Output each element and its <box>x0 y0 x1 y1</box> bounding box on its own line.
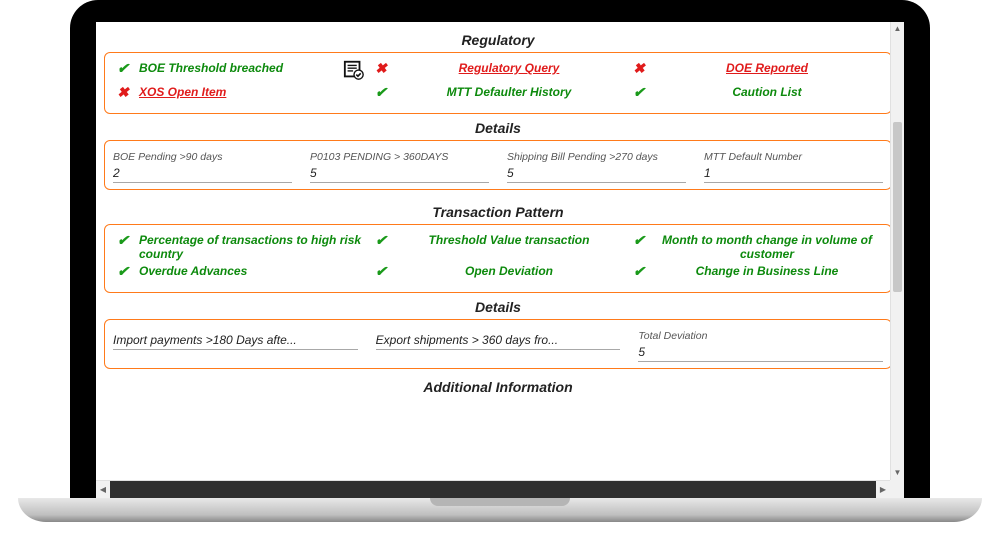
field-total-deviation: Total Deviation 5 <box>638 330 883 362</box>
horizontal-scroll-track[interactable] <box>110 481 876 498</box>
reg-item-label[interactable]: DOE Reported <box>653 61 881 75</box>
section-title-transaction: Transaction Pattern <box>104 204 892 220</box>
field-label: Shipping Bill Pending >270 days <box>507 151 686 163</box>
reg-details-panel: BOE Pending >90 days 2 P0103 PENDING > 3… <box>104 140 892 190</box>
txn-item-label: Threshold Value transaction <box>395 233 623 247</box>
cross-icon: ✖ <box>631 61 647 75</box>
txn-item-business-line: ✔ Change in Business Line <box>631 264 881 284</box>
section-title-regulatory: Regulatory <box>104 32 892 48</box>
vertical-scroll-thumb[interactable] <box>893 122 902 292</box>
reg-item-label: BOE Threshold breached <box>137 61 333 75</box>
txn-item-threshold: ✔ Threshold Value transaction <box>373 233 623 262</box>
reg-item-label[interactable]: XOS Open Item <box>137 85 365 99</box>
txn-item-open-deviation: ✔ Open Deviation <box>373 264 623 284</box>
check-icon: ✔ <box>373 264 389 278</box>
check-icon: ✔ <box>631 85 647 99</box>
reg-details-row: BOE Pending >90 days 2 P0103 PENDING > 3… <box>113 151 883 183</box>
horizontal-scrollbar[interactable]: ◀ ▶ <box>96 480 890 498</box>
transaction-panel: ✔ Percentage of transactions to high ris… <box>104 224 892 293</box>
field-shipping-bill: Shipping Bill Pending >270 days 5 <box>507 151 686 183</box>
txn-item-overdue: ✔ Overdue Advances <box>115 264 365 284</box>
reg-item-doe-reported[interactable]: ✖ DOE Reported <box>631 61 881 81</box>
field-export-shipments: Export shipments > 360 days fro... <box>376 330 621 362</box>
reg-item-label: MTT Defaulter History <box>395 85 623 99</box>
txn-item-label: Overdue Advances <box>137 264 365 278</box>
field-label: BOE Pending >90 days <box>113 151 292 163</box>
transaction-row-2: ✔ Overdue Advances ✔ Open Deviation ✔ Ch… <box>115 264 881 284</box>
reg-item-label[interactable]: Regulatory Query <box>395 61 623 75</box>
laptop-screen: Regulatory ✔ BOE Threshold breached <box>96 22 904 498</box>
field-value[interactable]: 1 <box>704 165 883 183</box>
reg-item-xos-open[interactable]: ✖ XOS Open Item <box>115 85 365 105</box>
field-label: MTT Default Number <box>704 151 883 163</box>
reg-item-label: Caution List <box>653 85 881 99</box>
reg-item-mtt-defaulter: ✔ MTT Defaulter History <box>373 85 623 105</box>
reg-item-caution-list: ✔ Caution List <box>631 85 881 105</box>
regulatory-panel: ✔ BOE Threshold breached <box>104 52 892 114</box>
transaction-row-1: ✔ Percentage of transactions to high ris… <box>115 233 881 262</box>
txn-details-row: Import payments >180 Days afte... Export… <box>113 330 883 362</box>
field-boe-pending: BOE Pending >90 days 2 <box>113 151 292 183</box>
txn-details-panel: Import payments >180 Days afte... Export… <box>104 319 892 369</box>
field-label: Total Deviation <box>638 330 883 342</box>
scroll-down-arrow-icon[interactable]: ▼ <box>891 466 904 480</box>
scroll-right-arrow-icon[interactable]: ▶ <box>876 481 890 498</box>
check-icon: ✔ <box>373 85 389 99</box>
field-value[interactable]: 5 <box>638 344 883 362</box>
txn-item-label: Change in Business Line <box>653 264 881 278</box>
reg-item-boe-threshold: ✔ BOE Threshold breached <box>115 61 365 81</box>
txn-item-label: Month to month change in volume of custo… <box>653 233 881 262</box>
scroll-left-arrow-icon[interactable]: ◀ <box>96 481 110 498</box>
reg-item-regulatory-query[interactable]: ✖ Regulatory Query <box>373 61 623 81</box>
check-icon: ✔ <box>631 233 647 247</box>
txn-item-label: Open Deviation <box>395 264 623 278</box>
field-value[interactable]: Export shipments > 360 days fro... <box>376 332 621 350</box>
field-value[interactable]: 2 <box>113 165 292 183</box>
field-p0103-pending: P0103 PENDING > 360DAYS 5 <box>310 151 489 183</box>
report-icon[interactable] <box>343 59 365 81</box>
cross-icon: ✖ <box>373 61 389 75</box>
field-value[interactable]: 5 <box>507 165 686 183</box>
check-icon: ✔ <box>631 264 647 278</box>
txn-item-high-risk: ✔ Percentage of transactions to high ris… <box>115 233 365 262</box>
check-icon: ✔ <box>373 233 389 247</box>
field-import-payments: Import payments >180 Days afte... <box>113 330 358 362</box>
check-icon: ✔ <box>115 233 131 247</box>
field-label: P0103 PENDING > 360DAYS <box>310 151 489 163</box>
laptop-base <box>18 498 982 522</box>
field-mtt-default: MTT Default Number 1 <box>704 151 883 183</box>
txn-item-month-change: ✔ Month to month change in volume of cus… <box>631 233 881 262</box>
field-value[interactable]: Import payments >180 Days afte... <box>113 332 358 350</box>
regulatory-row-2: ✖ XOS Open Item ✔ MTT Defaulter History … <box>115 85 881 105</box>
cross-icon: ✖ <box>115 85 131 99</box>
scrollbar-corner <box>890 480 904 498</box>
section-title-additional: Additional Information <box>104 379 892 395</box>
vertical-scrollbar[interactable]: ▲ ▼ <box>890 22 904 480</box>
field-value[interactable]: 5 <box>310 165 489 183</box>
check-icon: ✔ <box>115 61 131 75</box>
txn-item-label: Percentage of transactions to high risk … <box>137 233 365 262</box>
scroll-up-arrow-icon[interactable]: ▲ <box>891 22 904 36</box>
app-content: Regulatory ✔ BOE Threshold breached <box>96 22 904 498</box>
check-icon: ✔ <box>115 264 131 278</box>
regulatory-row-1: ✔ BOE Threshold breached <box>115 61 881 81</box>
section-title-txn-details: Details <box>104 299 892 315</box>
laptop-frame: Regulatory ✔ BOE Threshold breached <box>70 0 930 498</box>
section-title-reg-details: Details <box>104 120 892 136</box>
